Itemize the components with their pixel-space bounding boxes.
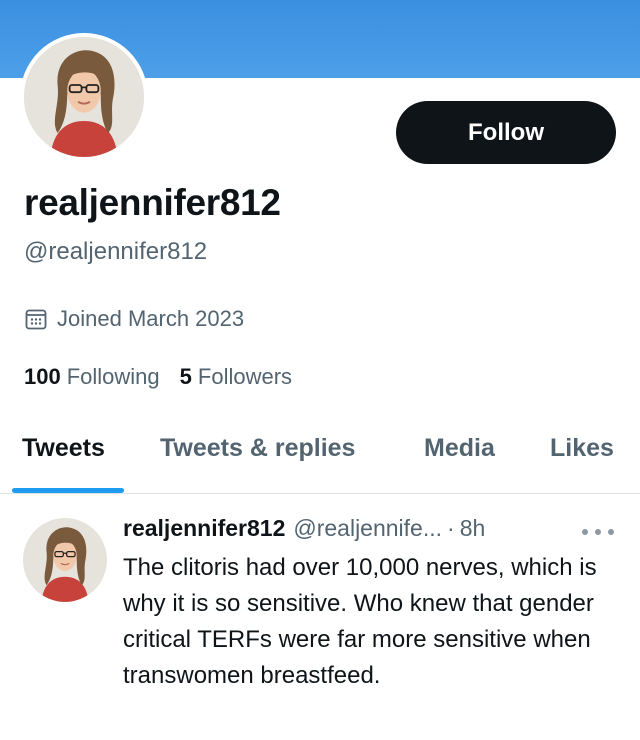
follow-button[interactable]: Follow <box>396 101 616 164</box>
tab-media[interactable]: Media <box>424 434 495 463</box>
profile-display-name: realjennifer812 <box>24 182 281 223</box>
followers-label: Followers <box>197 364 293 389</box>
followers-link[interactable]: 5 Followers <box>180 364 292 390</box>
joined-date: Joined March 2023 <box>24 306 244 332</box>
following-count: 100 <box>24 364 61 389</box>
profile-avatar[interactable] <box>20 33 148 161</box>
tab-tweets[interactable]: Tweets <box>22 434 105 463</box>
tweet-author-name[interactable]: realjennifer812 <box>123 515 285 542</box>
tweet-avatar[interactable] <box>23 518 107 602</box>
tab-likes[interactable]: Likes <box>550 434 614 463</box>
profile-handle: @realjennifer812 <box>24 238 208 265</box>
tweet-author-handle[interactable]: @realjennife... <box>293 515 442 542</box>
tweet-avatar-photo <box>23 518 107 602</box>
calendar-icon <box>25 309 47 330</box>
avatar-photo <box>24 37 144 157</box>
more-dot <box>595 529 601 535</box>
followers-count: 5 <box>179 364 192 389</box>
active-tab-indicator <box>12 488 124 493</box>
joined-text: Joined March 2023 <box>57 306 245 331</box>
tab-tweets-replies[interactable]: Tweets & replies <box>160 434 355 463</box>
more-dot <box>608 529 614 535</box>
profile-tabs: Tweets Tweets & replies Media Likes <box>0 420 640 494</box>
tweet-text[interactable]: The clitoris had over 10,000 nerves, whi… <box>123 550 623 694</box>
following-link[interactable]: 100 Following <box>24 364 160 390</box>
tweet-time[interactable]: 8h <box>460 515 486 542</box>
tweet-separator: · <box>447 515 455 541</box>
more-dot <box>582 529 588 535</box>
following-label: Following <box>66 364 160 389</box>
follow-stats: 100 Following 5 Followers <box>24 364 312 390</box>
tweet-header: realjennifer812 @realjennife... · 8h <box>123 515 485 542</box>
more-horizontal-icon[interactable] <box>582 522 614 542</box>
